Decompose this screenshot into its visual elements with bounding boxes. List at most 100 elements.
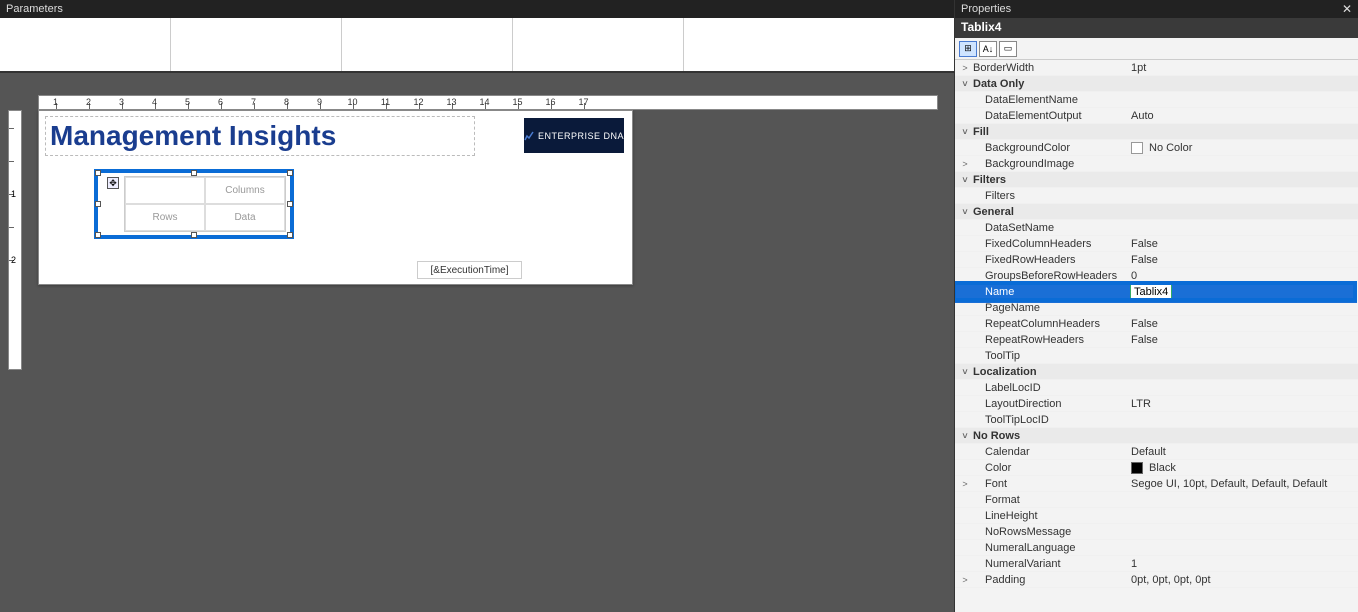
execution-time-textbox[interactable]: [&ExecutionTime] bbox=[417, 261, 522, 279]
property-value[interactable]: False bbox=[1131, 334, 1358, 346]
parameters-area[interactable] bbox=[0, 18, 954, 73]
property-row[interactable]: LayoutDirectionLTR bbox=[955, 396, 1358, 412]
tablix-corner-cell[interactable] bbox=[125, 177, 205, 204]
property-category[interactable]: ˅Filters bbox=[955, 172, 1358, 188]
property-value[interactable]: Black bbox=[1131, 462, 1358, 474]
property-name: FixedRowHeaders bbox=[971, 254, 1131, 266]
property-row[interactable]: DataElementName bbox=[955, 92, 1358, 108]
resize-handle[interactable] bbox=[95, 201, 101, 207]
property-row[interactable]: NoRowsMessage bbox=[955, 524, 1358, 540]
property-row[interactable]: Format bbox=[955, 492, 1358, 508]
property-value[interactable]: LTR bbox=[1131, 398, 1358, 410]
property-value[interactable]: False bbox=[1131, 318, 1358, 330]
property-value[interactable]: False bbox=[1131, 254, 1358, 266]
property-value[interactable]: 0 bbox=[1131, 270, 1358, 282]
property-name: Localization bbox=[971, 366, 1131, 378]
property-name: Color bbox=[971, 462, 1131, 474]
property-row[interactable]: RepeatRowHeadersFalse bbox=[955, 332, 1358, 348]
property-row[interactable]: LineHeight bbox=[955, 508, 1358, 524]
property-row[interactable]: NameTablix4 bbox=[955, 284, 1354, 300]
close-icon[interactable]: ✕ bbox=[1342, 2, 1352, 16]
param-cell[interactable] bbox=[171, 25, 341, 65]
alphabetical-button[interactable]: A↓ bbox=[979, 41, 997, 57]
property-category[interactable]: ˅General bbox=[955, 204, 1358, 220]
property-row[interactable]: FixedRowHeadersFalse bbox=[955, 252, 1358, 268]
property-value-text: 1pt bbox=[1131, 62, 1146, 74]
property-row[interactable]: CalendarDefault bbox=[955, 444, 1358, 460]
expander-icon[interactable]: ˅ bbox=[959, 79, 971, 89]
expander-icon[interactable]: > bbox=[959, 159, 971, 169]
property-row[interactable]: ToolTipLocID bbox=[955, 412, 1358, 428]
property-value[interactable]: Auto bbox=[1131, 110, 1358, 122]
property-row[interactable]: ColorBlack bbox=[955, 460, 1358, 476]
property-name: LabelLocID bbox=[971, 382, 1131, 394]
property-value-text: False bbox=[1131, 318, 1158, 330]
property-value[interactable]: 1 bbox=[1131, 558, 1358, 570]
property-value[interactable]: Segoe UI, 10pt, Default, Default, Defaul… bbox=[1131, 478, 1358, 490]
property-value-text: Segoe UI, 10pt, Default, Default, Defaul… bbox=[1131, 478, 1327, 490]
property-row[interactable]: RepeatColumnHeadersFalse bbox=[955, 316, 1358, 332]
property-row[interactable]: NumeralLanguage bbox=[955, 540, 1358, 556]
property-value[interactable]: 0pt, 0pt, 0pt, 0pt bbox=[1131, 574, 1358, 586]
categorized-button[interactable]: ⊞ bbox=[959, 41, 977, 57]
expander-icon[interactable]: ˅ bbox=[959, 207, 971, 217]
expander-icon[interactable]: ˅ bbox=[959, 127, 971, 137]
property-pages-button[interactable]: ▭ bbox=[999, 41, 1017, 57]
report-body[interactable]: Management Insights ENTERPRISE DNA ✥ Col… bbox=[38, 110, 633, 285]
logo-image[interactable]: ENTERPRISE DNA bbox=[524, 118, 624, 153]
property-row[interactable]: GroupsBeforeRowHeaders0 bbox=[955, 268, 1358, 284]
property-category[interactable]: ˅Data Only bbox=[955, 76, 1358, 92]
tablix-rows-cell[interactable]: Rows bbox=[125, 204, 205, 231]
resize-handle[interactable] bbox=[287, 170, 293, 176]
property-row[interactable]: FixedColumnHeadersFalse bbox=[955, 236, 1358, 252]
property-row[interactable]: >Padding0pt, 0pt, 0pt, 0pt bbox=[955, 572, 1358, 588]
tablix-columns-cell[interactable]: Columns bbox=[205, 177, 285, 204]
resize-handle[interactable] bbox=[287, 232, 293, 238]
property-name: NumeralLanguage bbox=[971, 542, 1131, 554]
design-surface-scroll[interactable]: 1234567891011121314151617 12 Management … bbox=[0, 73, 954, 612]
property-row[interactable]: Filters bbox=[955, 188, 1358, 204]
property-row[interactable]: NumeralVariant1 bbox=[955, 556, 1358, 572]
property-value-input[interactable]: Tablix4 bbox=[1131, 285, 1171, 299]
expander-icon[interactable]: > bbox=[959, 479, 971, 489]
property-name: Font bbox=[971, 478, 1131, 490]
property-value[interactable]: Default bbox=[1131, 446, 1358, 458]
property-category[interactable]: ˅Fill bbox=[955, 124, 1358, 140]
property-value[interactable]: No Color bbox=[1131, 142, 1358, 154]
tablix-selected[interactable]: ✥ Columns Rows Data bbox=[94, 169, 294, 239]
expander-icon[interactable]: > bbox=[959, 63, 971, 73]
expander-icon[interactable]: ˅ bbox=[959, 431, 971, 441]
resize-handle[interactable] bbox=[95, 170, 101, 176]
property-row[interactable]: DataSetName bbox=[955, 220, 1358, 236]
property-value-text: LTR bbox=[1131, 398, 1151, 410]
properties-object-name[interactable]: Tablix4 bbox=[955, 18, 1358, 38]
property-name: DataElementOutput bbox=[971, 110, 1131, 122]
properties-grid[interactable]: >BorderWidth1pt˅Data OnlyDataElementName… bbox=[955, 60, 1358, 612]
resize-handle[interactable] bbox=[191, 232, 197, 238]
property-row[interactable]: LabelLocID bbox=[955, 380, 1358, 396]
property-row[interactable]: >FontSegoe UI, 10pt, Default, Default, D… bbox=[955, 476, 1358, 492]
expander-icon[interactable]: ˅ bbox=[959, 367, 971, 377]
resize-handle[interactable] bbox=[95, 232, 101, 238]
property-value[interactable]: 1pt bbox=[1131, 62, 1358, 74]
expander-icon[interactable]: ˅ bbox=[959, 175, 971, 185]
expander-icon[interactable]: > bbox=[959, 575, 971, 585]
param-cell[interactable] bbox=[342, 25, 512, 65]
param-cell[interactable] bbox=[513, 25, 683, 65]
resize-handle[interactable] bbox=[287, 201, 293, 207]
property-value[interactable]: False bbox=[1131, 238, 1358, 250]
property-row[interactable]: >BackgroundImage bbox=[955, 156, 1358, 172]
param-cell[interactable] bbox=[0, 25, 170, 65]
move-handle-icon[interactable]: ✥ bbox=[107, 177, 119, 189]
property-row[interactable]: ToolTip bbox=[955, 348, 1358, 364]
property-category[interactable]: ˅No Rows bbox=[955, 428, 1358, 444]
property-row[interactable]: DataElementOutputAuto bbox=[955, 108, 1358, 124]
property-row[interactable]: >BorderWidth1pt bbox=[955, 60, 1358, 76]
property-row[interactable]: PageName bbox=[955, 300, 1358, 316]
property-category[interactable]: ˅Localization bbox=[955, 364, 1358, 380]
resize-handle[interactable] bbox=[191, 170, 197, 176]
property-value[interactable]: Tablix4 bbox=[1131, 285, 1354, 299]
title-textbox[interactable]: Management Insights bbox=[45, 116, 475, 156]
tablix-data-cell[interactable]: Data bbox=[205, 204, 285, 231]
property-row[interactable]: BackgroundColorNo Color bbox=[955, 140, 1358, 156]
